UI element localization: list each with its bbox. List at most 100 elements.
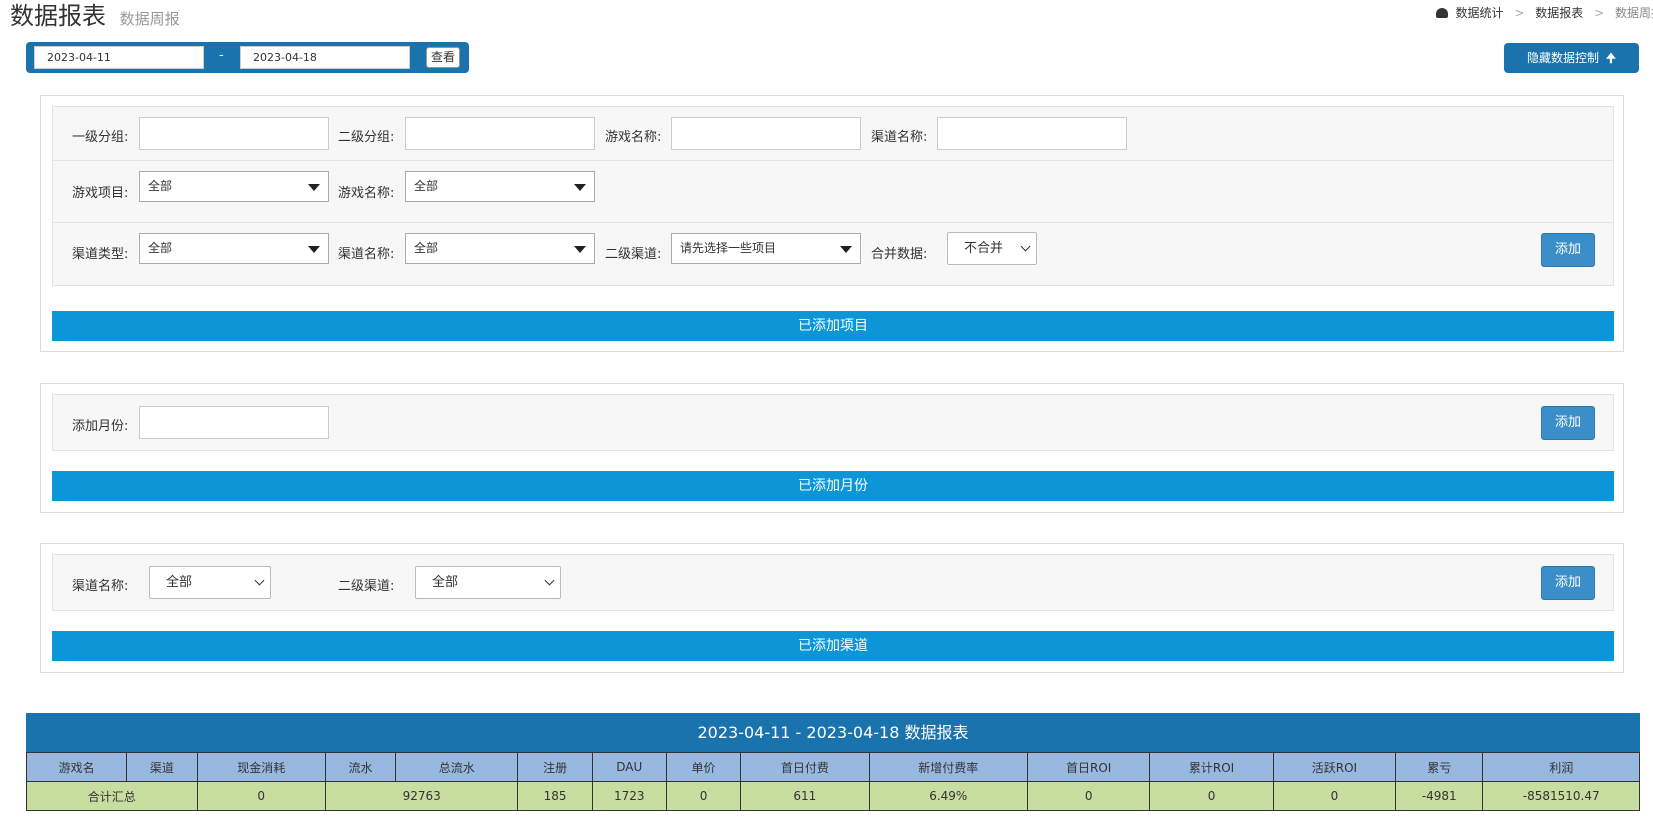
sub-channel-label-2: 二级渠道: <box>338 579 395 594</box>
level1-group-label: 一级分组: <box>72 130 129 145</box>
start-date-input[interactable]: 2023-04-11 <box>34 46 204 69</box>
game-name-label: 游戏名称: <box>605 130 662 145</box>
game-name-input[interactable] <box>671 117 861 150</box>
summary-row: 合计汇总 0 92763 185 1723 0 611 6.49% 0 0 0 … <box>26 781 1640 811</box>
game-name-label-2: 游戏名称: <box>338 186 395 201</box>
first-day-roi-cell: 0 <box>1026 781 1151 811</box>
column-header: 注册 <box>517 752 593 782</box>
sub-channel-label: 二级渠道: <box>605 247 662 262</box>
month-filter-row: 添加月份: 添加 <box>52 394 1614 451</box>
caret-down-icon <box>574 246 586 253</box>
level2-group-input[interactable] <box>405 117 595 150</box>
data-report: 2023-04-11 - 2023-04-18 数据报表 游戏名 渠道 现金消耗… <box>25 713 1640 811</box>
breadcrumb-separator: > <box>1514 6 1525 20</box>
column-header: 渠道 <box>126 752 198 782</box>
summary-label-cell: 合计汇总 <box>26 781 198 811</box>
column-header: 流水 <box>324 752 397 782</box>
sub-channel-select-2[interactable]: 全部 <box>415 566 561 599</box>
view-button[interactable]: 查看 <box>426 47 460 68</box>
sub-channel-select[interactable]: 请先选择一些项目 <box>671 233 861 264</box>
channel-name-select[interactable]: 全部 <box>405 233 595 264</box>
arrow-up-icon: 🠉 <box>1606 51 1616 65</box>
column-header: 新增付费率 <box>868 752 1029 782</box>
active-roi-cell: 0 <box>1272 781 1397 811</box>
sub-channel-value-2: 全部 <box>432 575 459 590</box>
month-input[interactable] <box>139 406 329 439</box>
breadcrumb-separator: > <box>1594 6 1605 20</box>
game-name-select[interactable]: 全部 <box>405 171 595 202</box>
project-filter-panel: 一级分组: 二级分组: 游戏名称: 渠道名称: 游戏项目: 全部 游戏名称: 全… <box>40 95 1624 352</box>
game-project-value: 全部 <box>148 179 173 193</box>
dashboard-icon <box>1435 8 1448 18</box>
channel-name-label-3: 渠道名称: <box>72 579 129 594</box>
channel-name-label: 渠道名称: <box>871 130 928 145</box>
end-date-input[interactable]: 2023-04-18 <box>240 46 410 69</box>
date-range-bar: 2023-04-11 - 2023-04-18 查看 <box>26 42 469 73</box>
breadcrumb-item-stats[interactable]: 数据统计 <box>1456 6 1504 20</box>
column-header: 首日ROI <box>1026 752 1151 782</box>
game-name-value: 全部 <box>414 179 439 193</box>
channel-type-label: 渠道类型: <box>72 247 129 262</box>
channel-filter-panel: 渠道名称: 全部 二级渠道: 全部 添加 已添加渠道 <box>40 543 1624 673</box>
breadcrumb-item-weekly: 数据周报 <box>1614 6 1653 20</box>
cumulative-roi-cell: 0 <box>1149 781 1274 811</box>
column-header: 累计ROI <box>1149 752 1274 782</box>
report-table: 游戏名 渠道 现金消耗 流水 总流水 注册 DAU 单价 首日付费 新增付费率 … <box>25 752 1640 811</box>
caret-down-icon <box>308 184 320 191</box>
hide-data-control-button[interactable]: 隐藏数据控制 🠉 <box>1504 43 1639 73</box>
hide-data-control-label: 隐藏数据控制 <box>1527 51 1600 65</box>
dau-cell: 1723 <box>591 781 667 811</box>
page-subtitle: 数据周报 <box>119 10 180 28</box>
added-months-bar: 已添加月份 <box>52 471 1614 501</box>
cumulative-loss-cell: -4981 <box>1395 781 1484 811</box>
caret-down-icon <box>308 246 320 253</box>
month-filter-panel: 添加月份: 添加 已添加月份 <box>40 383 1624 513</box>
added-projects-bar: 已添加项目 <box>52 311 1614 341</box>
channel-type-value: 全部 <box>148 241 173 255</box>
game-filter-row: 游戏项目: 全部 游戏名称: 全部 <box>52 160 1614 223</box>
channel-name-value: 全部 <box>414 241 439 255</box>
level1-group-input[interactable] <box>139 117 329 150</box>
channel-name-value-2: 全部 <box>166 575 193 590</box>
cash-cost-cell: 0 <box>196 781 326 811</box>
sub-channel-value: 请先选择一些项目 <box>680 241 777 255</box>
chevron-down-icon <box>1020 241 1031 252</box>
profit-cell: -8581510.47 <box>1482 781 1640 811</box>
table-header-row: 游戏名 渠道 现金消耗 流水 总流水 注册 DAU 单价 首日付费 新增付费率 … <box>25 752 1640 782</box>
column-header: 首日付费 <box>740 752 870 782</box>
column-header: 总流水 <box>395 752 519 782</box>
channel-filter-row: 渠道类型: 全部 渠道名称: 全部 二级渠道: 请先选择一些项目 合并数据: 不… <box>52 222 1614 286</box>
add-month-label: 添加月份: <box>72 419 129 434</box>
report-title: 2023-04-11 - 2023-04-18 数据报表 <box>26 713 1640 752</box>
chevron-down-icon <box>254 575 265 586</box>
merge-data-select[interactable]: 不合并 <box>947 232 1037 265</box>
channel-type-select[interactable]: 全部 <box>139 233 329 264</box>
column-header: 利润 <box>1482 752 1640 782</box>
add-month-button[interactable]: 添加 <box>1541 406 1595 440</box>
column-header: DAU <box>591 752 667 782</box>
column-header: 游戏名 <box>25 752 128 782</box>
merge-data-label: 合并数据: <box>871 247 928 262</box>
first-day-pay-cell: 611 <box>740 781 870 811</box>
channel-name-input[interactable] <box>937 117 1127 150</box>
caret-down-icon <box>840 246 852 253</box>
date-separator: - <box>219 48 224 63</box>
column-header: 活跃ROI <box>1272 752 1397 782</box>
register-cell: 185 <box>517 781 593 811</box>
group-filter-row: 一级分组: 二级分组: 游戏名称: 渠道名称: <box>52 106 1614 161</box>
caret-down-icon <box>574 184 586 191</box>
new-pay-rate-cell: 6.49% <box>868 781 1029 811</box>
level2-group-label: 二级分组: <box>338 130 395 145</box>
breadcrumb-item-report[interactable]: 数据报表 <box>1535 6 1583 20</box>
game-project-select[interactable]: 全部 <box>139 171 329 202</box>
total-flow-cell: 92763 <box>324 781 519 811</box>
merge-data-value: 不合并 <box>964 241 1004 256</box>
column-header: 单价 <box>665 752 742 782</box>
add-project-button[interactable]: 添加 <box>1541 233 1595 267</box>
breadcrumb: 数据统计 > 数据报表 > 数据周报 <box>1435 4 1653 21</box>
add-channel-button[interactable]: 添加 <box>1541 566 1595 600</box>
channel-name-select-2[interactable]: 全部 <box>149 566 271 599</box>
column-header: 现金消耗 <box>196 752 326 782</box>
column-header: 累亏 <box>1395 752 1484 782</box>
channel-name-label-2: 渠道名称: <box>338 247 395 262</box>
